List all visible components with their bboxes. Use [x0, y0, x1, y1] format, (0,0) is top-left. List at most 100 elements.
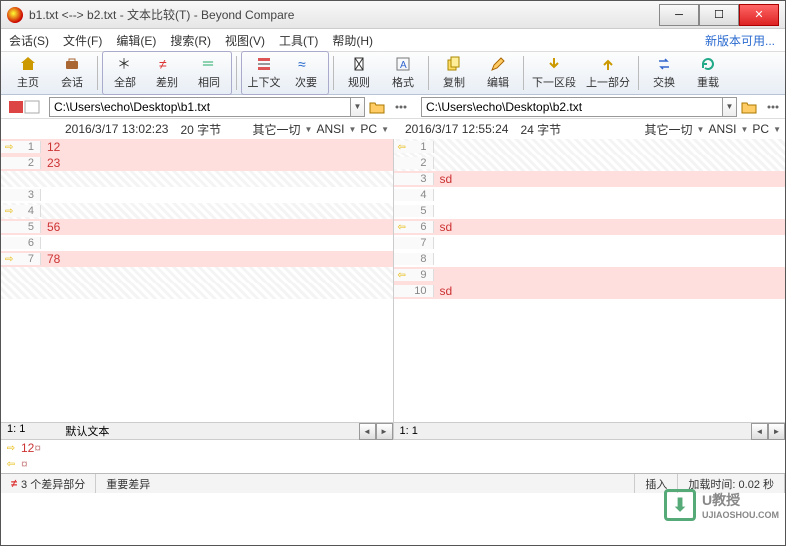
- merge-arrow-icon: ⇦: [1, 459, 21, 470]
- code-line[interactable]: 556: [1, 219, 393, 235]
- code-line[interactable]: ⇨778: [1, 251, 393, 267]
- gutter: 2: [394, 157, 434, 169]
- left-path-input[interactable]: [49, 97, 351, 117]
- minor-button[interactable]: ≈ 次要: [285, 53, 327, 93]
- merge-preview[interactable]: ⇨12¤ ⇦¤: [1, 439, 785, 473]
- diff-arrow-right-icon: ⇨: [5, 206, 13, 217]
- code-line[interactable]: ⇦1: [394, 139, 786, 155]
- compare-panes: ⇨1122233⇨45566⇨778 1: 1默认文本 ◄ ► ⇦123sd45…: [1, 139, 785, 439]
- code-line[interactable]: 3sd: [394, 171, 786, 187]
- menu-tools[interactable]: 工具(T): [279, 32, 318, 49]
- left-platform-dropdown[interactable]: PC▼: [360, 122, 389, 136]
- left-hscroll: 1: 1默认文本 ◄ ►: [1, 422, 393, 439]
- all-button[interactable]: ＊ 全部: [104, 53, 146, 93]
- right-platform-dropdown[interactable]: PC▼: [752, 122, 781, 136]
- new-version-link[interactable]: 新版本可用...: [705, 32, 775, 49]
- pencil-icon: [490, 56, 506, 72]
- menu-search[interactable]: 搜索(R): [170, 32, 211, 49]
- line-end-icon: ¤: [21, 457, 28, 471]
- left-open-folder-button[interactable]: [367, 97, 387, 117]
- line-text: 78: [41, 252, 393, 266]
- right-scroll-right[interactable]: ►: [768, 423, 785, 440]
- gutter: 3: [1, 189, 41, 201]
- right-open-folder-button[interactable]: [739, 97, 759, 117]
- menu-help[interactable]: 帮助(H): [332, 32, 373, 49]
- menu-edit[interactable]: 编辑(E): [116, 32, 156, 49]
- context-button[interactable]: 上下文: [243, 53, 285, 93]
- right-filter-dropdown[interactable]: 其它一切▼: [645, 121, 705, 138]
- merge-arrow-icon: ⇨: [1, 443, 21, 454]
- menu-file[interactable]: 文件(F): [63, 32, 102, 49]
- code-line[interactable]: ⇦9: [394, 267, 786, 283]
- code-line[interactable]: ⇦6sd: [394, 219, 786, 235]
- arrow-up-icon: [600, 56, 616, 72]
- left-encoding-dropdown[interactable]: ANSI▼: [316, 122, 356, 136]
- important-diff-cell: 重要差异: [96, 474, 635, 493]
- diff-arrow-left-icon: ⇦: [398, 222, 406, 233]
- close-button[interactable]: ✕: [739, 4, 779, 26]
- code-line[interactable]: 7: [394, 235, 786, 251]
- dots-icon: [393, 100, 409, 114]
- right-browse-button[interactable]: [763, 97, 783, 117]
- gutter: 10: [394, 285, 434, 297]
- right-code-area[interactable]: ⇦123sd45⇦6sd78⇦910sd: [394, 139, 786, 422]
- format-button[interactable]: A 格式: [382, 53, 424, 93]
- diff-arrow-left-icon: ⇦: [398, 142, 406, 153]
- edit-button[interactable]: 编辑: [477, 53, 519, 93]
- home-button[interactable]: 主页: [7, 53, 49, 93]
- code-line[interactable]: 4: [394, 187, 786, 203]
- next-section-button[interactable]: 下一区段: [528, 53, 580, 93]
- left-scroll-right[interactable]: ►: [376, 423, 393, 440]
- code-line[interactable]: ⇨4: [1, 203, 393, 219]
- right-path-input[interactable]: [421, 97, 723, 117]
- code-line[interactable]: [1, 267, 393, 283]
- left-mode: 默认文本: [65, 423, 109, 439]
- watermark-icon: ⬇: [664, 489, 696, 521]
- left-scroll-left[interactable]: ◄: [359, 423, 376, 440]
- rules-button[interactable]: 规则: [338, 53, 380, 93]
- left-code-area[interactable]: ⇨1122233⇨45566⇨778: [1, 139, 393, 422]
- right-info-row: 2016/3/17 12:55:24 24 字节 其它一切▼ ANSI▼ PC▼: [393, 119, 785, 139]
- gutter: 4: [394, 189, 434, 201]
- same-button[interactable]: ＝ 相同: [188, 53, 230, 93]
- gutter: 2: [1, 157, 41, 169]
- code-line[interactable]: [1, 171, 393, 187]
- diff-button[interactable]: ≠ 差别: [146, 53, 188, 93]
- swap-icon: [656, 56, 672, 72]
- prev-section-button[interactable]: 上一部分: [582, 53, 634, 93]
- left-info-row: 2016/3/17 13:02:23 20 字节 其它一切▼ ANSI▼ PC▼: [1, 119, 393, 139]
- code-line[interactable]: 3: [1, 187, 393, 203]
- left-filter-dropdown[interactable]: 其它一切▼: [253, 121, 313, 138]
- code-line[interactable]: 8: [394, 251, 786, 267]
- code-line[interactable]: ⇨112: [1, 139, 393, 155]
- left-date: 2016/3/17 13:02:23: [65, 122, 168, 136]
- svg-text:A: A: [400, 60, 407, 71]
- menu-session[interactable]: 会话(S): [9, 32, 49, 49]
- asterisk-icon: ＊: [117, 56, 133, 72]
- code-line[interactable]: 2: [394, 155, 786, 171]
- line-text: 23: [41, 156, 393, 170]
- code-line[interactable]: 10sd: [394, 283, 786, 299]
- code-line[interactable]: 5: [394, 203, 786, 219]
- sessions-button[interactable]: 会话: [51, 53, 93, 93]
- code-line[interactable]: [1, 283, 393, 299]
- reload-button[interactable]: 重载: [687, 53, 729, 93]
- gutter: ⇨4: [1, 205, 41, 217]
- right-date: 2016/3/17 12:55:24: [405, 122, 508, 136]
- line-text: sd: [434, 284, 786, 298]
- left-browse-button[interactable]: [391, 97, 411, 117]
- menu-view[interactable]: 视图(V): [225, 32, 265, 49]
- copy-button[interactable]: 复制: [433, 53, 475, 93]
- right-path-dropdown[interactable]: ▼: [723, 97, 737, 117]
- right-encoding-dropdown[interactable]: ANSI▼: [708, 122, 748, 136]
- minimize-button[interactable]: ─: [659, 4, 699, 26]
- right-scroll-left[interactable]: ◄: [751, 423, 768, 440]
- code-line[interactable]: 6: [1, 235, 393, 251]
- maximize-button[interactable]: ☐: [699, 4, 739, 26]
- copy-icon: [446, 56, 462, 72]
- gutter: ⇦6: [394, 221, 434, 233]
- code-line[interactable]: 223: [1, 155, 393, 171]
- left-path-dropdown[interactable]: ▼: [351, 97, 365, 117]
- thumbnail-bar-icon[interactable]: [1, 99, 49, 115]
- swap-button[interactable]: 交换: [643, 53, 685, 93]
